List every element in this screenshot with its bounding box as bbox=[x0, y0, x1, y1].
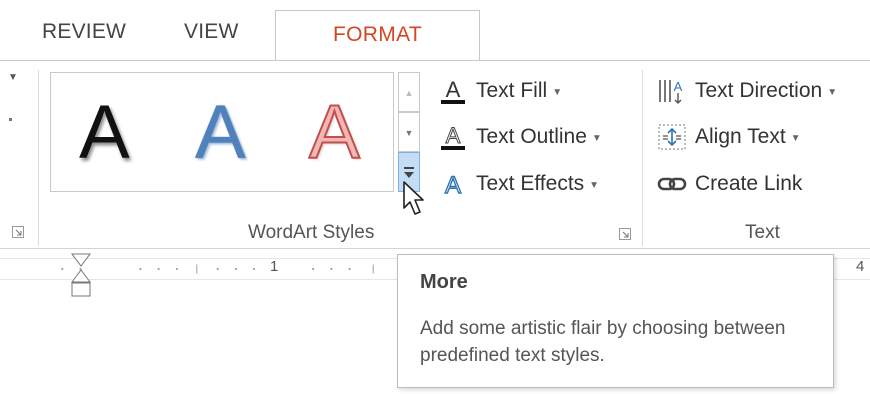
wordart-style-gallery[interactable]: A A A bbox=[50, 72, 394, 192]
dialog-launcher-icon[interactable] bbox=[12, 226, 24, 238]
text-fill-button[interactable]: A Text Fill ▼ bbox=[438, 74, 562, 108]
dialog-launcher-icon[interactable] bbox=[619, 228, 631, 240]
text-fill-icon: A bbox=[441, 77, 465, 104]
mouse-cursor-icon bbox=[403, 181, 424, 215]
text-fill-label: Text Fill bbox=[476, 79, 548, 102]
group-separator bbox=[642, 70, 643, 246]
tooltip-description: Add some artistic flair by choosing betw… bbox=[420, 318, 786, 366]
wordart-style-blue[interactable]: A bbox=[195, 95, 246, 171]
dropdown-arrow-icon: ▼ bbox=[591, 132, 602, 144]
indent-marker-icon[interactable] bbox=[70, 252, 92, 298]
group-label-wordart-styles: WordArt Styles bbox=[248, 222, 375, 243]
text-effects-button[interactable]: A Text Effects ▼ bbox=[438, 167, 599, 201]
text-direction-button[interactable]: A Text Direction ▼ bbox=[657, 74, 837, 108]
scroll-down-icon[interactable]: ▼ bbox=[398, 112, 420, 152]
tab-view[interactable]: VIEW bbox=[184, 20, 238, 44]
tooltip-more: More Add some artistic flair by choosing… bbox=[397, 254, 834, 388]
create-link-icon bbox=[657, 177, 687, 191]
svg-text:A: A bbox=[674, 79, 683, 94]
dropdown-arrow-icon: ▼ bbox=[827, 86, 838, 98]
svg-text:A: A bbox=[446, 123, 461, 148]
wordart-style-pink[interactable]: A bbox=[308, 94, 361, 172]
ruler-mark-4: 4 bbox=[856, 258, 865, 275]
text-outline-icon: A bbox=[441, 123, 465, 150]
text-effects-label: Text Effects bbox=[476, 172, 585, 195]
text-direction-icon: A bbox=[659, 79, 683, 104]
chevron-down-icon[interactable]: ▼ bbox=[8, 72, 18, 83]
svg-text:A: A bbox=[445, 172, 461, 199]
svg-text:A: A bbox=[446, 77, 461, 102]
tab-format[interactable]: FORMAT bbox=[275, 10, 480, 61]
dropdown-arrow-icon: ▼ bbox=[589, 179, 600, 191]
create-link-button[interactable]: Create Link bbox=[657, 167, 802, 201]
group-label-text: Text bbox=[745, 222, 780, 243]
align-text-label: Align Text bbox=[695, 125, 786, 148]
dropdown-arrow-icon: ▼ bbox=[790, 132, 801, 144]
align-text-icon bbox=[658, 124, 686, 150]
tab-format-label: FORMAT bbox=[333, 23, 422, 46]
dropdown-arrow-icon: ▼ bbox=[552, 86, 563, 98]
group-separator bbox=[38, 70, 39, 246]
create-link-label: Create Link bbox=[695, 172, 803, 195]
ruler-mark-1: 1 bbox=[270, 258, 279, 275]
ribbon-tabs: REVIEW VIEW FORMAT bbox=[0, 0, 870, 61]
text-effects-icon: A bbox=[444, 171, 461, 199]
scroll-up-icon[interactable]: ▲ bbox=[398, 72, 420, 112]
text-outline-label: Text Outline bbox=[476, 125, 587, 148]
tooltip-title: More bbox=[420, 271, 468, 293]
tab-review[interactable]: REVIEW bbox=[42, 20, 126, 44]
ribbon-divider bbox=[0, 248, 870, 249]
text-outline-button[interactable]: A Text Outline ▼ bbox=[438, 120, 602, 154]
wordart-style-black[interactable]: A bbox=[79, 95, 130, 171]
text-direction-label: Text Direction bbox=[695, 79, 823, 102]
dot-icon bbox=[9, 118, 12, 121]
align-text-button[interactable]: Align Text ▼ bbox=[657, 120, 801, 154]
